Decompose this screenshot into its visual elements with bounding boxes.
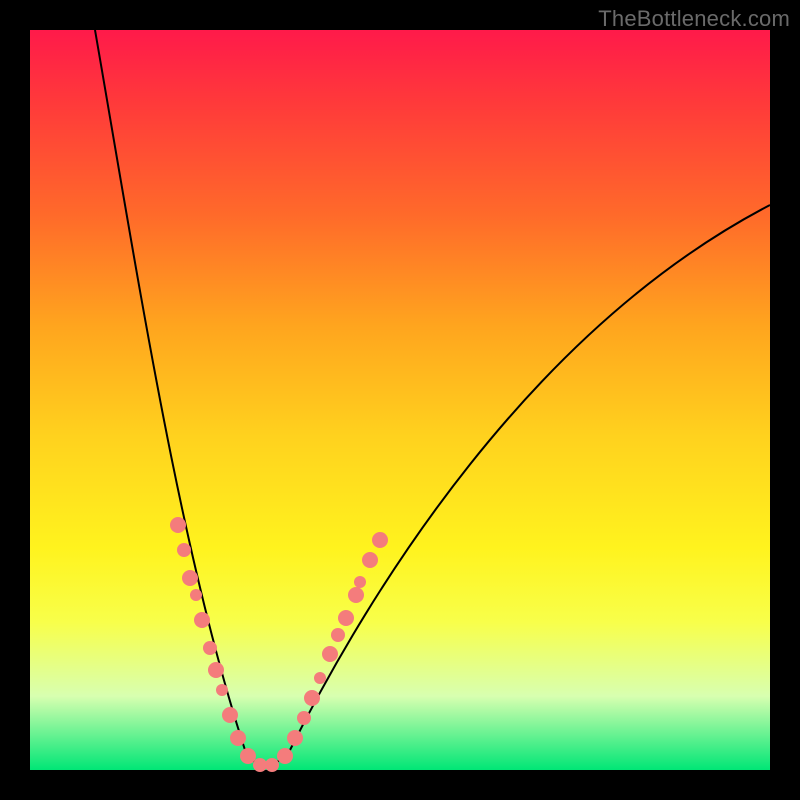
data-marker [222, 707, 238, 723]
data-marker [372, 532, 388, 548]
data-marker [177, 543, 191, 557]
data-marker [230, 730, 246, 746]
data-marker [354, 576, 366, 588]
data-marker [208, 662, 224, 678]
data-marker [170, 517, 186, 533]
plot-area [30, 30, 770, 770]
data-marker [216, 684, 228, 696]
data-marker [265, 758, 279, 772]
data-marker [203, 641, 217, 655]
data-marker [253, 758, 267, 772]
data-marker [331, 628, 345, 642]
data-marker [304, 690, 320, 706]
data-marker [348, 587, 364, 603]
data-marker [190, 589, 202, 601]
data-marker [297, 711, 311, 725]
data-marker [314, 672, 326, 684]
data-marker [338, 610, 354, 626]
watermark-text: TheBottleneck.com [598, 6, 790, 32]
chart-svg [30, 30, 770, 770]
marker-group [170, 517, 388, 772]
data-marker [240, 748, 256, 764]
bottleneck-curve [95, 30, 770, 765]
data-marker [362, 552, 378, 568]
data-marker [277, 748, 293, 764]
data-marker [322, 646, 338, 662]
data-marker [287, 730, 303, 746]
data-marker [194, 612, 210, 628]
chart-container: TheBottleneck.com [0, 0, 800, 800]
data-marker [182, 570, 198, 586]
